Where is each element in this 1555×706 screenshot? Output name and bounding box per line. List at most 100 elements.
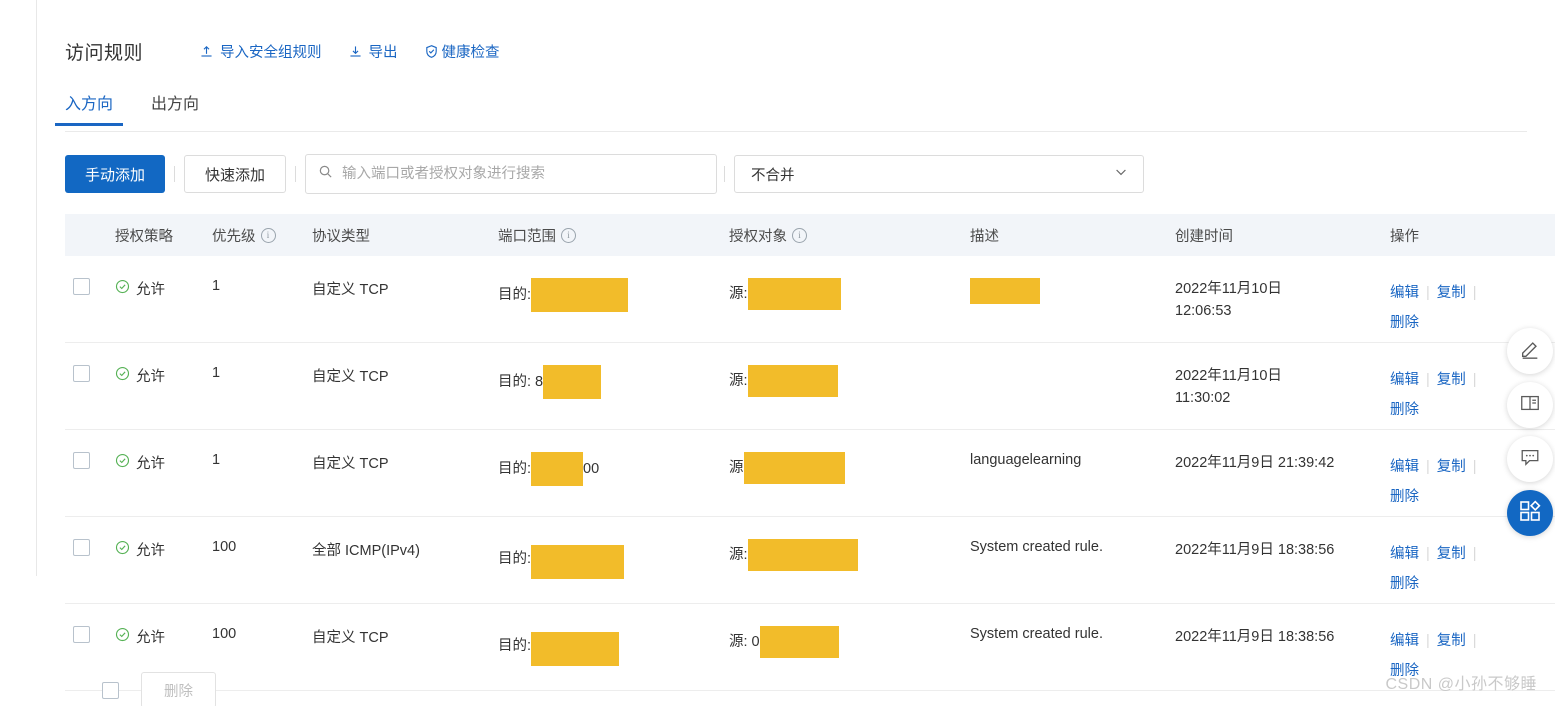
row-select-checkbox[interactable] — [73, 365, 90, 382]
delete-link[interactable]: 删除 — [1390, 482, 1510, 512]
delete-link[interactable]: 删除 — [1390, 308, 1510, 338]
tab-inbound[interactable]: 入方向 — [54, 90, 124, 126]
row-policy-cell: 允许 — [115, 626, 212, 647]
priority-info-icon[interactable]: i — [260, 227, 276, 243]
row-created-cell: 2022年11月9日 18:38:56 — [1175, 626, 1390, 648]
copy-link[interactable]: 复制 — [1437, 365, 1466, 395]
pencil-icon-button[interactable] — [1507, 328, 1553, 374]
search-box[interactable] — [305, 154, 718, 194]
row-checkbox-cell — [65, 626, 115, 643]
policy-label: 允许 — [136, 456, 165, 472]
upload-icon — [199, 44, 214, 59]
policy-label: 允许 — [136, 543, 165, 559]
delete-link[interactable]: 删除 — [1390, 569, 1510, 599]
page-title: 访问规则 — [65, 42, 144, 64]
footer-select-all-checkbox[interactable] — [102, 681, 119, 699]
redaction-block — [531, 545, 625, 579]
redaction-block — [531, 632, 620, 666]
row-created-cell: 2022年11月10日 11:30:02 — [1175, 365, 1390, 409]
port-range-info-icon[interactable]: i — [561, 227, 576, 243]
header-protocol: 协议类型 — [312, 228, 370, 245]
redaction-block — [759, 626, 839, 658]
policy-label: 允许 — [136, 630, 165, 646]
op-divider: | — [1472, 546, 1477, 562]
edit-link[interactable]: 编辑 — [1390, 452, 1419, 482]
header-policy: 授权策略 — [115, 228, 173, 245]
table-row: 允许 100 全部 ICMP(IPv4) 目的: 源: System created ru… — [65, 517, 1555, 604]
header-actions: 导入安全组规则 导出 健康检查 — [199, 41, 500, 62]
row-checkbox-cell — [65, 365, 115, 382]
quick-add-button[interactable]: 快速添加 — [184, 155, 287, 193]
created-time: 11:30:02 — [1175, 390, 1231, 406]
op-divider: | — [1472, 372, 1477, 388]
page-header: 访问规则 导入安全组规则 导出 健康检查 — [37, 0, 1555, 68]
book-icon-button[interactable] — [1507, 382, 1553, 428]
edit-link[interactable]: 编辑 — [1390, 365, 1419, 395]
op-divider: | — [1426, 372, 1430, 388]
policy-label: 允许 — [136, 369, 165, 385]
row-select-checkbox[interactable] — [73, 539, 90, 556]
copy-link[interactable]: 复制 — [1437, 539, 1466, 569]
header-created: 创建时间 — [1175, 228, 1233, 245]
health-check-label: 健康检查 — [441, 44, 500, 61]
target-info-icon[interactable]: i — [792, 227, 807, 243]
row-description-cell — [970, 278, 1175, 304]
policy-allow: 允许 — [115, 452, 212, 473]
row-port-range-cell: 目的: — [498, 539, 729, 579]
batch-delete-button[interactable]: 删除 — [141, 672, 216, 706]
header-target: 授权对象 i — [729, 225, 970, 246]
edit-link[interactable]: 编辑 — [1390, 539, 1419, 569]
copy-link[interactable]: 复制 — [1437, 452, 1466, 482]
manual-add-button[interactable]: 手动添加 — [65, 155, 166, 193]
header-operations: 操作 — [1390, 228, 1419, 245]
table-header-row: 授权策略 优先级 i 协议类型 端口范围 i 授权对象 i 描述 创建时间 操作 — [65, 214, 1555, 256]
row-select-checkbox[interactable] — [73, 278, 90, 295]
edit-link[interactable]: 编辑 — [1390, 626, 1419, 656]
delete-link[interactable]: 删除 — [1390, 395, 1510, 425]
toolbar-divider-1 — [174, 166, 176, 182]
row-policy-cell: 允许 — [115, 365, 212, 386]
header-select-all-cell — [65, 214, 115, 256]
policy-allow: 允许 — [115, 365, 212, 386]
policy-allow: 允许 — [115, 278, 212, 299]
row-port-range-cell: 目的: — [498, 626, 729, 666]
policy-allow: 允许 — [115, 539, 212, 560]
watermark: CSDN @小孙不够睡 — [1385, 676, 1537, 693]
description-text: System created rule. — [970, 539, 1103, 555]
tab-outbound[interactable]: 出方向 — [151, 90, 199, 126]
port-range-suffix: 00 — [583, 460, 600, 477]
header-description: 描述 — [970, 228, 999, 245]
health-check-button[interactable]: 健康检查 — [424, 41, 500, 62]
description-text: languagelearning — [970, 452, 1082, 468]
op-divider: | — [1426, 285, 1430, 301]
row-select-checkbox[interactable] — [73, 452, 90, 469]
copy-link[interactable]: 复制 — [1437, 626, 1466, 656]
export-button[interactable]: 导出 — [348, 41, 398, 62]
apps-grid-icon-button[interactable] — [1507, 490, 1553, 536]
row-priority-cell: 1 — [212, 452, 221, 468]
search-input[interactable] — [340, 154, 717, 194]
chat-icon — [1519, 446, 1541, 473]
merge-select[interactable]: 不合并 — [734, 155, 1145, 193]
row-select-checkbox[interactable] — [73, 626, 90, 643]
redaction-block — [970, 278, 1040, 304]
row-protocol-cell: 自定义 TCP — [312, 456, 389, 472]
table-row: 允许 1 自定义 TCP 目的: 源: 2022年11月10日 12:06:53 编辑 | 复制 |… — [65, 256, 1555, 343]
table-row: 允许 100 自定义 TCP 目的: 源: 0 System created rule. 2… — [65, 604, 1555, 691]
target-text: 源: — [729, 285, 748, 302]
table-body: 允许 1 自定义 TCP 目的: 源: 2022年11月10日 12:06:53 编辑 | 复制 |… — [65, 256, 1555, 691]
import-security-group-rules-button[interactable]: 导入安全组规则 — [199, 41, 322, 62]
row-operations: 编辑 | 复制 | 删除 — [1390, 452, 1510, 512]
op-divider: | — [1472, 285, 1477, 301]
copy-link[interactable]: 复制 — [1437, 278, 1466, 308]
row-target-cell: 源: — [729, 539, 970, 571]
port-range-text: 目的: — [498, 460, 532, 477]
created-date: 2022年11月9日 18:38:56 — [1175, 629, 1335, 645]
check-circle-icon — [115, 453, 130, 472]
table-row: 允许 1 自定义 TCP 目的: 8 源: 2022年11月10日 11:30:02 编辑 | 复… — [65, 343, 1555, 430]
header-priority-label: 优先级 — [212, 228, 256, 245]
edit-link[interactable]: 编辑 — [1390, 278, 1419, 308]
header-priority: 优先级 i — [212, 225, 312, 246]
row-target-cell: 源: — [729, 365, 970, 397]
chat-icon-button[interactable] — [1507, 436, 1553, 482]
